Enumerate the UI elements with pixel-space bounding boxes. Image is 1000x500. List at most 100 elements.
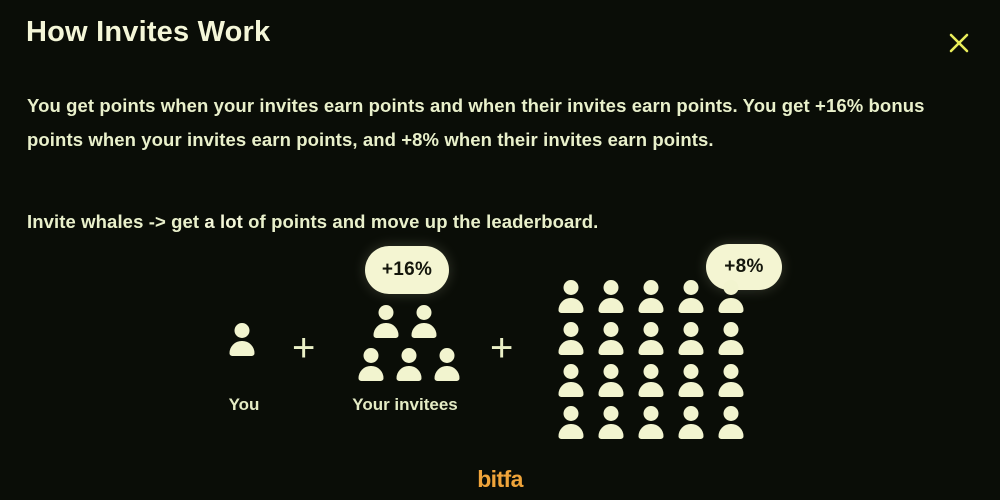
you-person-group: [229, 323, 255, 357]
person-body: [718, 382, 744, 397]
person-body: [678, 298, 704, 313]
person-body: [598, 382, 624, 397]
person-icon: [434, 348, 460, 382]
person-icon: [718, 322, 744, 356]
modal-footer: bitfa: [0, 468, 1000, 492]
person-icon: [411, 305, 437, 339]
person-head: [439, 348, 455, 363]
bonus-badge-16: +16%: [365, 246, 449, 294]
person-head: [683, 406, 699, 421]
person-head: [723, 322, 739, 337]
person-icon: [718, 406, 744, 440]
person-body: [678, 340, 704, 355]
person-body: [358, 366, 384, 381]
person-icon: [598, 280, 624, 314]
person-body: [434, 366, 460, 381]
plus-operator-1: +: [292, 326, 316, 370]
how-invites-work-modal: How Invites Work You get points when you…: [0, 0, 1000, 500]
person-head: [563, 280, 579, 295]
person-icon: [638, 280, 664, 314]
person-icon: [678, 364, 704, 398]
person-head: [603, 406, 619, 421]
person-head: [378, 305, 394, 320]
person-icon: [396, 348, 422, 382]
modal-header: How Invites Work: [26, 12, 974, 56]
close-icon[interactable]: [944, 28, 974, 58]
plus-operator-2: +: [490, 326, 514, 370]
person-body: [396, 366, 422, 381]
invitees-row-1: [373, 305, 437, 339]
person-body: [411, 323, 437, 338]
person-body: [638, 382, 664, 397]
person-icon: [678, 406, 704, 440]
page-title: How Invites Work: [26, 16, 271, 48]
person-head: [563, 364, 579, 379]
person-body: [229, 341, 255, 356]
person-icon: [678, 280, 704, 314]
person-head: [643, 322, 659, 337]
person-icon: [558, 364, 584, 398]
person-head: [363, 348, 379, 363]
person-head: [723, 364, 739, 379]
person-head: [401, 348, 417, 363]
person-head: [643, 406, 659, 421]
person-body: [638, 424, 664, 439]
invitees-label: Your invitees: [352, 395, 458, 414]
person-icon: [638, 322, 664, 356]
person-body: [558, 382, 584, 397]
person-body: [558, 298, 584, 313]
person-head: [683, 322, 699, 337]
person-body: [373, 323, 399, 338]
person-head: [603, 280, 619, 295]
person-icon: [229, 323, 255, 357]
person-head: [683, 280, 699, 295]
person-body: [678, 424, 704, 439]
person-body: [598, 424, 624, 439]
person-head: [563, 322, 579, 337]
second-degree-grid: [558, 280, 744, 440]
person-head: [643, 364, 659, 379]
person-head: [683, 364, 699, 379]
person-body: [678, 382, 704, 397]
person-icon: [638, 364, 664, 398]
whales-paragraph: Invite whales -> get a lot of points and…: [27, 205, 952, 239]
person-icon: [598, 364, 624, 398]
person-icon: [558, 280, 584, 314]
person-head: [416, 305, 432, 320]
logo-text: itfa: [490, 466, 524, 492]
invite-flow-diagram: You + +16% Your invitees + +8%: [0, 240, 1000, 440]
person-body: [558, 424, 584, 439]
person-body: [598, 298, 624, 313]
person-icon: [598, 322, 624, 356]
person-head: [234, 323, 250, 338]
person-icon: [373, 305, 399, 339]
person-head: [723, 280, 739, 295]
person-icon: [558, 322, 584, 356]
whales-text-emphasis: a lot: [204, 210, 243, 232]
invitees-row-2: [358, 348, 460, 382]
person-head: [723, 406, 739, 421]
person-icon: [558, 406, 584, 440]
person-body: [718, 424, 744, 439]
person-body: [718, 340, 744, 355]
person-head: [603, 322, 619, 337]
logo-letter-b: b: [477, 466, 491, 492]
person-icon: [638, 406, 664, 440]
person-body: [638, 340, 664, 355]
person-body: [598, 340, 624, 355]
person-body: [638, 298, 664, 313]
person-body: [558, 340, 584, 355]
person-icon: [598, 406, 624, 440]
description-paragraph: You get points when your invites earn po…: [27, 94, 925, 150]
person-head: [563, 406, 579, 421]
person-head: [603, 364, 619, 379]
person-icon: [718, 280, 744, 314]
person-head: [643, 280, 659, 295]
whales-text-post: of points and move up the leaderboard.: [242, 210, 599, 232]
whales-text-pre: Invite whales -> get: [27, 210, 205, 232]
person-body: [718, 298, 744, 313]
person-icon: [678, 322, 704, 356]
bitfa-logo: bitfa: [477, 468, 523, 491]
person-icon: [718, 364, 744, 398]
you-label: You: [228, 395, 260, 414]
